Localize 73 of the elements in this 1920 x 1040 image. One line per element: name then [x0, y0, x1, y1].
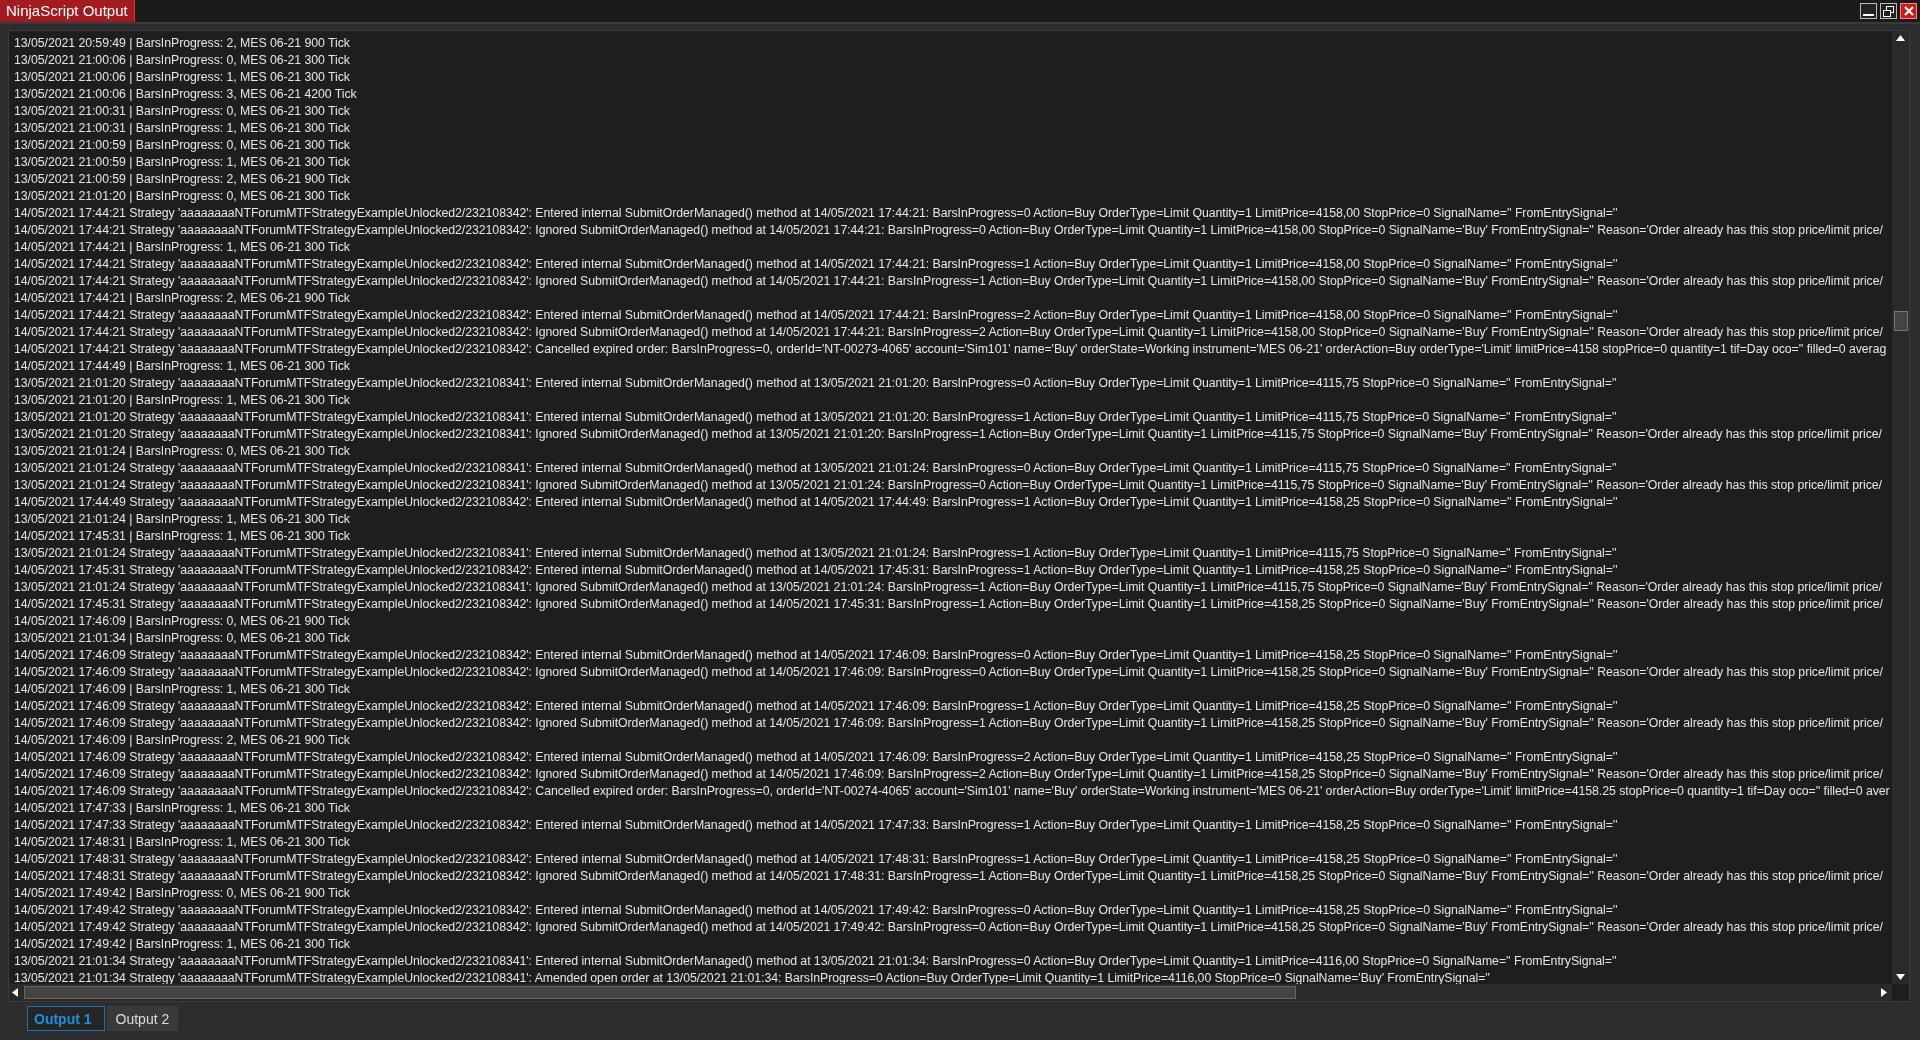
log-line: 13/05/2021 21:00:59 | BarsInProgress: 2, MES 06-21 900 Tick	[14, 171, 350, 188]
log-line: 13/05/2021 21:00:59 | BarsInProgress: 1, MES 06-21 300 Tick	[14, 154, 350, 171]
output-tab[interactable]: Output 2	[106, 1006, 179, 1031]
restore-button[interactable]	[1880, 3, 1897, 19]
log-line: 14/05/2021 17:46:09 Strategy 'aaaaaaaaNTForumMTFStrategyExampleUnlocked2/232108342': Entered internal SubmitOrderManaged() method at 14/05/2021 17:46:09: BarsInProgress=1 Action=Buy OrderType=Limit Quantity=1 LimitPrice=4158,25 StopPrice=0 SignalName='' FromEntrySignal=''	[14, 698, 1618, 715]
log-line: 14/05/2021 17:45:31 Strategy 'aaaaaaaaNTForumMTFStrategyExampleUnlocked2/232108342': Entered internal SubmitOrderManaged() method at 14/05/2021 17:45:31: BarsInProgress=1 Action=Buy OrderType=Limit Quantity=1 LimitPrice=4158,25 StopPrice=0 SignalName='' FromEntrySignal=''	[14, 562, 1618, 579]
log-line: 14/05/2021 17:49:42 | BarsInProgress: 1, MES 06-21 300 Tick	[14, 936, 350, 953]
log-line: 14/05/2021 17:49:42 Strategy 'aaaaaaaaNTForumMTFStrategyExampleUnlocked2/232108342': Entered internal SubmitOrderManaged() method at 14/05/2021 17:49:42: BarsInProgress=0 Action=Buy OrderType=Limit Quantity=1 LimitPrice=4158,25 StopPrice=0 SignalName='' FromEntrySignal=''	[14, 902, 1618, 919]
close-button[interactable]	[1900, 3, 1917, 19]
log-line: 13/05/2021 21:00:31 | BarsInProgress: 0, MES 06-21 300 Tick	[14, 103, 350, 120]
log-line: 14/05/2021 17:44:21 Strategy 'aaaaaaaaNTForumMTFStrategyExampleUnlocked2/232108342': Cancelled expired order: BarsInProgress=0, orderId='NT-00273-4065' account='Sim101' name='Buy' orderState=Working instrument='MES 06-21' orderAction=Buy orderType='Limit' limitPrice=4158 stopPrice=0 quantity=1 tif=Day oco='' filled=0 averag	[14, 341, 1887, 358]
log-line: 14/05/2021 17:49:42 | BarsInProgress: 0, MES 06-21 900 Tick	[14, 885, 350, 902]
log-line: 13/05/2021 21:00:31 | BarsInProgress: 1, MES 06-21 300 Tick	[14, 120, 350, 137]
log-line: 13/05/2021 21:01:34 Strategy 'aaaaaaaaNTForumMTFStrategyExampleUnlocked2/232108341': Amended open order at 13/05/2021 21:01:34: BarsInProgress=0 Action=Buy OrderType=Limit Quantity=1 LimitPrice=4116,00 StopPrice=0 SignalName='Buy' FromEntrySignal=''	[14, 970, 1490, 984]
log-line: 14/05/2021 17:46:09 | BarsInProgress: 0, MES 06-21 900 Tick	[14, 613, 350, 630]
scroll-thumb[interactable]	[1894, 311, 1908, 331]
log-line: 14/05/2021 17:45:31 Strategy 'aaaaaaaaNTForumMTFStrategyExampleUnlocked2/232108342': Ignored SubmitOrderManaged() method at 14/05/2021 17:45:31: BarsInProgress=1 Action=Buy OrderType=Limit Quantity=1 LimitPrice=4158,25 StopPrice=0 SignalName='Buy' FromEntrySignal='' Reason='Order already has this stop price/limit price/	[14, 596, 1883, 613]
log-line: 13/05/2021 21:01:20 | BarsInProgress: 0, MES 06-21 300 Tick	[14, 188, 350, 205]
minimize-button[interactable]	[1860, 3, 1877, 19]
log-line: 13/05/2021 21:01:34 | BarsInProgress: 0, MES 06-21 300 Tick	[14, 630, 350, 647]
log-line: 13/05/2021 21:01:24 Strategy 'aaaaaaaaNTForumMTFStrategyExampleUnlocked2/232108341': Entered internal SubmitOrderManaged() method at 13/05/2021 21:01:24: BarsInProgress=1 Action=Buy OrderType=Limit Quantity=1 LimitPrice=4115,75 StopPrice=0 SignalName='' FromEntrySignal=''	[14, 545, 1617, 562]
log-line: 13/05/2021 21:01:24 Strategy 'aaaaaaaaNTForumMTFStrategyExampleUnlocked2/232108341': Ignored SubmitOrderManaged() method at 13/05/2021 21:01:24: BarsInProgress=0 Action=Buy OrderType=Limit Quantity=1 LimitPrice=4115,75 StopPrice=0 SignalName='Buy' FromEntrySignal='' Reason='Order already has this stop price/limit price/	[14, 477, 1882, 494]
log-line: 14/05/2021 17:44:21 Strategy 'aaaaaaaaNTForumMTFStrategyExampleUnlocked2/232108342': Ignored SubmitOrderManaged() method at 14/05/2021 17:44:21: BarsInProgress=1 Action=Buy OrderType=Limit Quantity=1 LimitPrice=4158,00 StopPrice=0 SignalName='Buy' FromEntrySignal='' Reason='Order already has this stop price/limit price/	[14, 273, 1883, 290]
log-line: 14/05/2021 17:47:33 Strategy 'aaaaaaaaNTForumMTFStrategyExampleUnlocked2/232108342': Entered internal SubmitOrderManaged() method at 14/05/2021 17:47:33: BarsInProgress=1 Action=Buy OrderType=Limit Quantity=1 LimitPrice=4158,25 StopPrice=0 SignalName='' FromEntrySignal=''	[14, 817, 1618, 834]
log-line: 14/05/2021 17:44:49 Strategy 'aaaaaaaaNTForumMTFStrategyExampleUnlocked2/232108342': Entered internal SubmitOrderManaged() method at 14/05/2021 17:44:49: BarsInProgress=1 Action=Buy OrderType=Limit Quantity=1 LimitPrice=4158,25 StopPrice=0 SignalName='' FromEntrySignal=''	[14, 494, 1618, 511]
log-line: 14/05/2021 17:44:21 Strategy 'aaaaaaaaNTForumMTFStrategyExampleUnlocked2/232108342': Ignored SubmitOrderManaged() method at 14/05/2021 17:44:21: BarsInProgress=0 Action=Buy OrderType=Limit Quantity=1 LimitPrice=4158,00 StopPrice=0 SignalName='Buy' FromEntrySignal='' Reason='Order already has this stop price/limit price/	[14, 222, 1883, 239]
log-line: 14/05/2021 17:46:09 Strategy 'aaaaaaaaNTForumMTFStrategyExampleUnlocked2/232108342': Ignored SubmitOrderManaged() method at 14/05/2021 17:46:09: BarsInProgress=2 Action=Buy OrderType=Limit Quantity=1 LimitPrice=4158,25 StopPrice=0 SignalName='Buy' FromEntrySignal='' Reason='Order already has this stop price/limit price/	[14, 766, 1883, 783]
restore-icon	[1883, 5, 1894, 17]
log-line: 13/05/2021 21:01:24 | BarsInProgress: 0, MES 06-21 300 Tick	[14, 443, 350, 460]
log-line: 14/05/2021 17:45:31 | BarsInProgress: 1, MES 06-21 300 Tick	[14, 528, 350, 545]
log-line: 13/05/2021 21:00:59 | BarsInProgress: 0, MES 06-21 300 Tick	[14, 137, 350, 154]
output-tab[interactable]: Output 1	[27, 1006, 105, 1031]
log-line: 13/05/2021 21:01:24 Strategy 'aaaaaaaaNTForumMTFStrategyExampleUnlocked2/232108341': Ignored SubmitOrderManaged() method at 13/05/2021 21:01:24: BarsInProgress=1 Action=Buy OrderType=Limit Quantity=1 LimitPrice=4115,75 StopPrice=0 SignalName='Buy' FromEntrySignal='' Reason='Order already has this stop price/limit price/	[14, 579, 1882, 596]
log-line: 13/05/2021 21:01:24 | BarsInProgress: 1, MES 06-21 300 Tick	[14, 511, 350, 528]
log-line: 13/05/2021 21:01:34 Strategy 'aaaaaaaaNTForumMTFStrategyExampleUnlocked2/232108341': Entered internal SubmitOrderManaged() method at 13/05/2021 21:01:34: BarsInProgress=0 Action=Buy OrderType=Limit Quantity=1 LimitPrice=4116,00 StopPrice=0 SignalName='' FromEntrySignal=''	[14, 953, 1617, 970]
log-line: 14/05/2021 17:46:09 Strategy 'aaaaaaaaNTForumMTFStrategyExampleUnlocked2/232108342': Ignored SubmitOrderManaged() method at 14/05/2021 17:46:09: BarsInProgress=1 Action=Buy OrderType=Limit Quantity=1 LimitPrice=4158,25 StopPrice=0 SignalName='Buy' FromEntrySignal='' Reason='Order already has this stop price/limit price/	[14, 715, 1883, 732]
log-line: 14/05/2021 17:48:31 Strategy 'aaaaaaaaNTForumMTFStrategyExampleUnlocked2/232108342': Entered internal SubmitOrderManaged() method at 14/05/2021 17:48:31: BarsInProgress=1 Action=Buy OrderType=Limit Quantity=1 LimitPrice=4158,25 StopPrice=0 SignalName='' FromEntrySignal=''	[14, 851, 1618, 868]
log-line: 14/05/2021 17:47:33 | BarsInProgress: 1, MES 06-21 300 Tick	[14, 800, 350, 817]
log-line: 14/05/2021 17:46:09 Strategy 'aaaaaaaaNTForumMTFStrategyExampleUnlocked2/232108342': Ignored SubmitOrderManaged() method at 14/05/2021 17:46:09: BarsInProgress=0 Action=Buy OrderType=Limit Quantity=1 LimitPrice=4158,25 StopPrice=0 SignalName='Buy' FromEntrySignal='' Reason='Order already has this stop price/limit price/	[14, 664, 1883, 681]
log-line: 13/05/2021 20:59:49 | BarsInProgress: 2, MES 06-21 900 Tick	[14, 35, 350, 52]
log-line: 13/05/2021 21:01:20 Strategy 'aaaaaaaaNTForumMTFStrategyExampleUnlocked2/232108341': Entered internal SubmitOrderManaged() method at 13/05/2021 21:01:20: BarsInProgress=0 Action=Buy OrderType=Limit Quantity=1 LimitPrice=4115,75 StopPrice=0 SignalName='' FromEntrySignal=''	[14, 375, 1617, 392]
log-line: 14/05/2021 17:44:21 Strategy 'aaaaaaaaNTForumMTFStrategyExampleUnlocked2/232108342': Entered internal SubmitOrderManaged() method at 14/05/2021 17:44:21: BarsInProgress=2 Action=Buy OrderType=Limit Quantity=1 LimitPrice=4158,00 StopPrice=0 SignalName='' FromEntrySignal=''	[14, 307, 1618, 324]
log-line: 14/05/2021 17:48:31 Strategy 'aaaaaaaaNTForumMTFStrategyExampleUnlocked2/232108342': Ignored SubmitOrderManaged() method at 14/05/2021 17:48:31: BarsInProgress=1 Action=Buy OrderType=Limit Quantity=1 LimitPrice=4158,25 StopPrice=0 SignalName='Buy' FromEntrySignal='' Reason='Order already has this stop price/limit price/	[14, 868, 1883, 885]
vertical-scrollbar[interactable]	[1892, 31, 1909, 984]
log-line: 14/05/2021 17:46:09 Strategy 'aaaaaaaaNTForumMTFStrategyExampleUnlocked2/232108342': Cancelled expired order: BarsInProgress=0, orderId='NT-00274-4065' account='Sim101' name='Buy' orderState=Working instrument='MES 06-21' orderAction=Buy orderType='Limit' limitPrice=4158.25 stopPrice=0 quantity=1 tif=Day oco='' filled=0 aver	[14, 783, 1890, 800]
horizontal-scrollbar[interactable]	[9, 984, 1892, 1001]
log-line: 14/05/2021 17:46:09 Strategy 'aaaaaaaaNTForumMTFStrategyExampleUnlocked2/232108342': Entered internal SubmitOrderManaged() method at 14/05/2021 17:46:09: BarsInProgress=2 Action=Buy OrderType=Limit Quantity=1 LimitPrice=4158,25 StopPrice=0 SignalName='' FromEntrySignal=''	[14, 749, 1618, 766]
log-line: 13/05/2021 21:00:06 | BarsInProgress: 3, MES 06-21 4200 Tick	[14, 86, 357, 103]
scroll-right-icon	[1881, 988, 1887, 997]
log-line: 13/05/2021 21:01:20 | BarsInProgress: 1, MES 06-21 300 Tick	[14, 392, 350, 409]
log-line: 14/05/2021 17:46:09 | BarsInProgress: 2, MES 06-21 900 Tick	[14, 732, 350, 749]
log-line: 13/05/2021 21:00:06 | BarsInProgress: 1, MES 06-21 300 Tick	[14, 69, 350, 86]
log-line: 13/05/2021 21:01:20 Strategy 'aaaaaaaaNTForumMTFStrategyExampleUnlocked2/232108341': Entered internal SubmitOrderManaged() method at 13/05/2021 21:01:20: BarsInProgress=1 Action=Buy OrderType=Limit Quantity=1 LimitPrice=4115,75 StopPrice=0 SignalName='' FromEntrySignal=''	[14, 409, 1617, 426]
log-line: 14/05/2021 17:49:42 Strategy 'aaaaaaaaNTForumMTFStrategyExampleUnlocked2/232108342': Ignored SubmitOrderManaged() method at 14/05/2021 17:49:42: BarsInProgress=0 Action=Buy OrderType=Limit Quantity=1 LimitPrice=4158,25 StopPrice=0 SignalName='Buy' FromEntrySignal='' Reason='Order already has this stop price/limit price/	[14, 919, 1883, 936]
scroll-left-icon	[12, 988, 18, 997]
log-line: 13/05/2021 21:00:06 | BarsInProgress: 0, MES 06-21 300 Tick	[14, 52, 350, 69]
log-line: 14/05/2021 17:46:09 Strategy 'aaaaaaaaNTForumMTFStrategyExampleUnlocked2/232108342': Entered internal SubmitOrderManaged() method at 14/05/2021 17:46:09: BarsInProgress=0 Action=Buy OrderType=Limit Quantity=1 LimitPrice=4158,25 StopPrice=0 SignalName='' FromEntrySignal=''	[14, 647, 1618, 664]
log-line: 13/05/2021 21:01:20 Strategy 'aaaaaaaaNTForumMTFStrategyExampleUnlocked2/232108341': Ignored SubmitOrderManaged() method at 13/05/2021 21:01:20: BarsInProgress=1 Action=Buy OrderType=Limit Quantity=1 LimitPrice=4115,75 StopPrice=0 SignalName='Buy' FromEntrySignal='' Reason='Order already has this stop price/limit price/	[14, 426, 1882, 443]
window-title: NinjaScript Output	[0, 0, 135, 22]
scroll-up-icon	[1896, 35, 1905, 41]
log-line: 14/05/2021 17:44:21 Strategy 'aaaaaaaaNTForumMTFStrategyExampleUnlocked2/232108342': Entered internal SubmitOrderManaged() method at 14/05/2021 17:44:21: BarsInProgress=1 Action=Buy OrderType=Limit Quantity=1 LimitPrice=4158,00 StopPrice=0 SignalName='' FromEntrySignal=''	[14, 256, 1618, 273]
minimize-icon	[1863, 13, 1874, 16]
log-line: 14/05/2021 17:44:21 Strategy 'aaaaaaaaNTForumMTFStrategyExampleUnlocked2/232108342': Entered internal SubmitOrderManaged() method at 14/05/2021 17:44:21: BarsInProgress=0 Action=Buy OrderType=Limit Quantity=1 LimitPrice=4158,00 StopPrice=0 SignalName='' FromEntrySignal=''	[14, 205, 1618, 222]
close-icon	[1903, 6, 1914, 16]
log-line: 14/05/2021 17:44:21 | BarsInProgress: 2, MES 06-21 900 Tick	[14, 290, 350, 307]
log-line: 14/05/2021 17:44:21 | BarsInProgress: 1, MES 06-21 300 Tick	[14, 239, 350, 256]
log-line: 14/05/2021 17:44:49 | BarsInProgress: 1, MES 06-21 300 Tick	[14, 358, 350, 375]
log-line: 14/05/2021 17:46:09 | BarsInProgress: 1, MES 06-21 300 Tick	[14, 681, 350, 698]
scroll-down-icon	[1896, 974, 1905, 980]
log-line: 14/05/2021 17:48:31 | BarsInProgress: 1, MES 06-21 300 Tick	[14, 834, 350, 851]
scroll-thumb[interactable]	[24, 986, 1296, 999]
log-line: 13/05/2021 21:01:24 Strategy 'aaaaaaaaNTForumMTFStrategyExampleUnlocked2/232108341': Entered internal SubmitOrderManaged() method at 13/05/2021 21:01:24: BarsInProgress=0 Action=Buy OrderType=Limit Quantity=1 LimitPrice=4115,75 StopPrice=0 SignalName='' FromEntrySignal=''	[14, 460, 1617, 477]
log-line: 14/05/2021 17:44:21 Strategy 'aaaaaaaaNTForumMTFStrategyExampleUnlocked2/232108342': Ignored SubmitOrderManaged() method at 14/05/2021 17:44:21: BarsInProgress=2 Action=Buy OrderType=Limit Quantity=1 LimitPrice=4158,00 StopPrice=0 SignalName='Buy' FromEntrySignal='' Reason='Order already has this stop price/limit price/	[14, 324, 1883, 341]
